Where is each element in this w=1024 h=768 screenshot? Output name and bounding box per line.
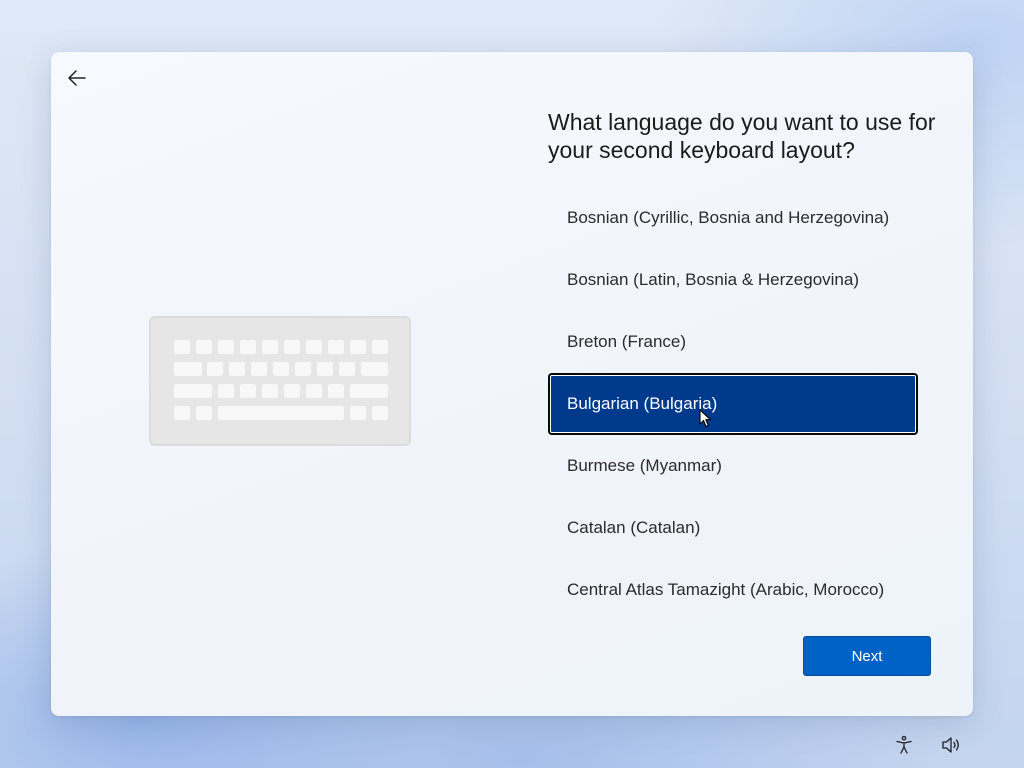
volume-icon	[942, 737, 959, 753]
language-option-burmese[interactable]: Burmese (Myanmar)	[548, 435, 918, 497]
page-title: What language do you want to use for you…	[548, 109, 936, 163]
back-arrow-icon	[68, 70, 86, 86]
language-option-breton[interactable]: Breton (France)	[548, 311, 918, 373]
language-list[interactable]: Bosnian (Cyrillic, Bosnia and Herzegovin…	[548, 187, 918, 621]
accessibility-icon	[896, 735, 912, 754]
language-option-bosnian-latin[interactable]: Bosnian (Latin, Bosnia & Herzegovina)	[548, 249, 918, 311]
keyboard-illustration	[149, 316, 411, 446]
volume-button[interactable]	[941, 734, 963, 756]
language-option-bulgarian[interactable]: Bulgarian (Bulgaria)	[548, 373, 918, 435]
accessibility-button[interactable]	[893, 734, 915, 756]
language-option-catalan[interactable]: Catalan (Catalan)	[548, 497, 918, 559]
back-button[interactable]	[63, 64, 91, 92]
mouse-pointer-icon	[699, 409, 712, 428]
next-button[interactable]: Next	[803, 636, 931, 676]
language-option-bosnian-cyrillic[interactable]: Bosnian (Cyrillic, Bosnia and Herzegovin…	[548, 187, 918, 249]
language-option-central-atlas-tamazight[interactable]: Central Atlas Tamazight (Arabic, Morocco…	[548, 559, 918, 621]
setup-card: What language do you want to use for you…	[51, 52, 973, 716]
